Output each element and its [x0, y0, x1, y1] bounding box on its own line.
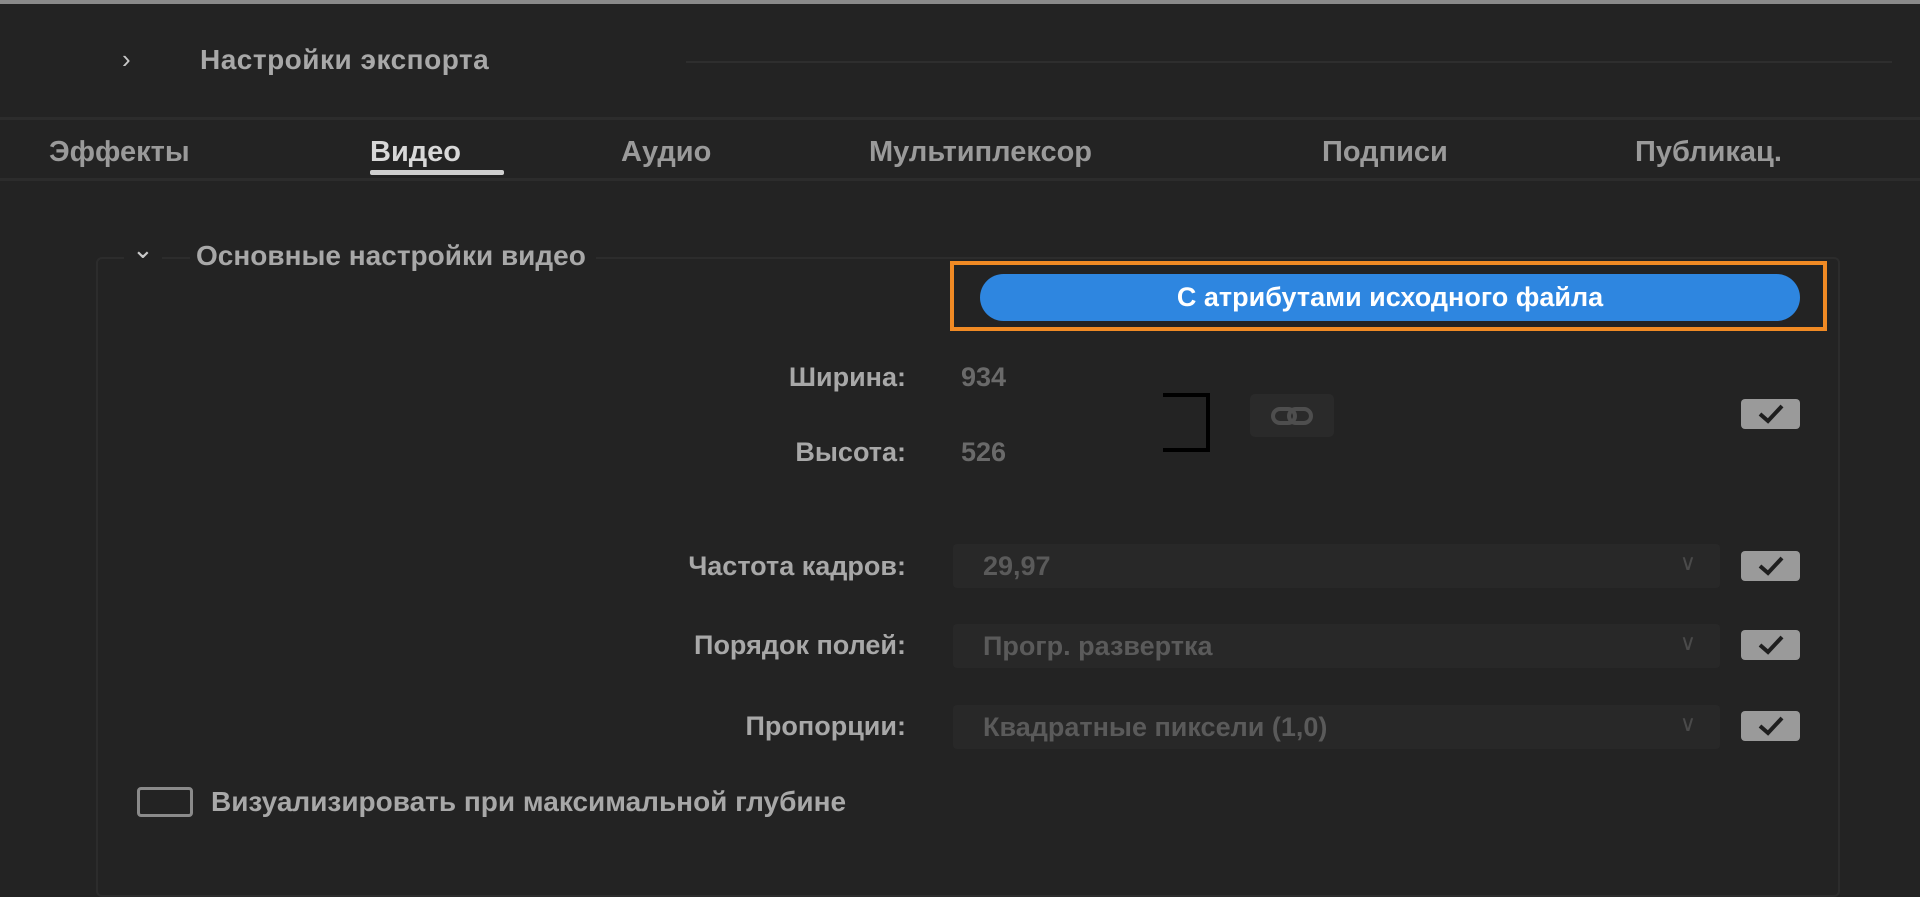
tab-effects[interactable]: Эффекты	[49, 136, 190, 169]
aspect-dropdown[interactable]: Квадратные пиксели (1,0) ∨	[953, 705, 1720, 749]
aspect-checkbox[interactable]	[1741, 711, 1800, 741]
divider	[686, 61, 1892, 63]
height-value[interactable]: 526	[961, 437, 1006, 468]
frame-rate-value: 29,97	[983, 550, 1051, 581]
field-order-value: Прогр. развертка	[983, 630, 1213, 661]
link-icon[interactable]	[1250, 394, 1334, 437]
tab-video[interactable]: Видео	[370, 136, 461, 169]
active-tab-indicator	[370, 170, 504, 175]
frame-rate-checkbox[interactable]	[1741, 551, 1800, 581]
chevron-right-icon[interactable]: ›	[122, 44, 131, 75]
divider	[0, 178, 1920, 181]
aspect-value: Квадратные пиксели (1,0)	[983, 711, 1328, 742]
tab-multiplexer[interactable]: Мультиплексор	[869, 136, 1092, 169]
max-depth-label[interactable]: Визуализировать при максимальной глубине	[211, 786, 846, 818]
chevron-down-icon: ∨	[1679, 711, 1696, 736]
top-border	[0, 0, 1920, 4]
field-order-label: Порядок полей:	[694, 630, 906, 660]
frame-rate-label: Частота кадров:	[688, 551, 906, 581]
export-settings-header[interactable]: Настройки экспорта	[200, 44, 489, 76]
aspect-label: Пропорции:	[745, 711, 906, 741]
height-label: Высота:	[795, 437, 906, 467]
tab-captions[interactable]: Подписи	[1322, 136, 1448, 169]
section-title[interactable]: Основные настройки видео	[190, 240, 596, 272]
chevron-down-icon[interactable]: ⌄	[124, 234, 162, 265]
frame-rate-dropdown[interactable]: 29,97 ∨	[953, 544, 1720, 588]
match-source-button[interactable]: С атрибутами исходного файла	[980, 274, 1800, 321]
field-order-dropdown[interactable]: Прогр. развертка ∨	[953, 624, 1720, 668]
link-bracket	[1163, 393, 1210, 452]
width-value[interactable]: 934	[961, 362, 1006, 393]
tab-publish[interactable]: Публикац.	[1635, 136, 1782, 169]
tab-audio[interactable]: Аудио	[621, 136, 711, 169]
field-order-checkbox[interactable]	[1741, 630, 1800, 660]
chevron-down-icon: ∨	[1679, 630, 1696, 655]
max-depth-checkbox[interactable]	[137, 787, 193, 817]
match-size-checkbox[interactable]	[1741, 399, 1800, 429]
width-label: Ширина:	[788, 362, 906, 392]
divider	[0, 117, 1920, 120]
chevron-down-icon: ∨	[1679, 550, 1696, 575]
